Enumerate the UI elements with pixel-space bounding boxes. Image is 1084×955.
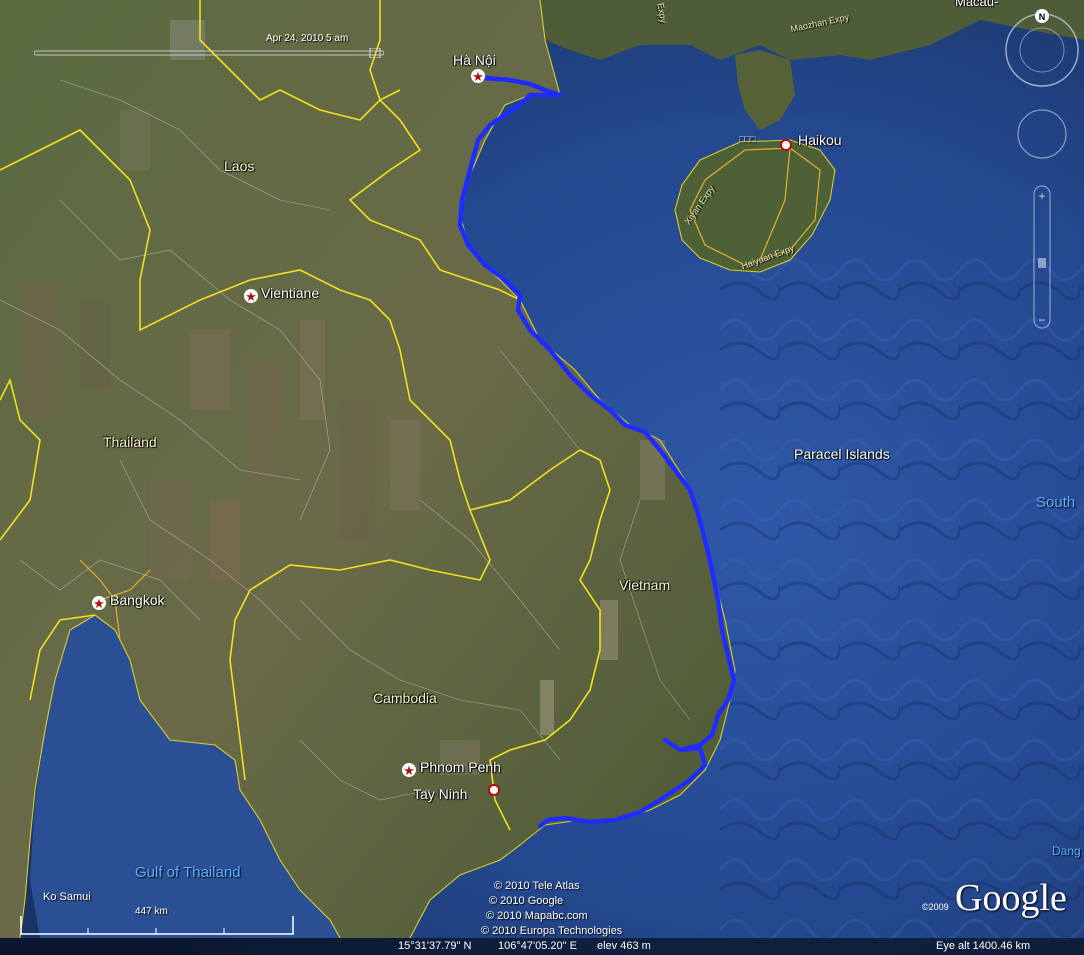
label-haikou: Haikou: [798, 132, 842, 148]
label-boxes: □□□: [739, 134, 756, 144]
zoom-in-icon[interactable]: +: [1038, 189, 1045, 203]
map-view[interactable]: ★ ★ ★ ★ Apr 24, 2010 5 am N + − Laos Tha…: [0, 0, 1084, 955]
status-longitude: 106°47'05.20" E: [498, 940, 577, 952]
zoom-out-icon[interactable]: −: [1038, 313, 1045, 327]
haikou-marker: [780, 139, 792, 151]
status-eye-altitude: Eye alt 1400.46 km: [936, 940, 1031, 952]
label-paracel-islands: Paracel Islands: [794, 446, 890, 462]
compass-north-letter: N: [1039, 12, 1046, 22]
label-cambodia: Cambodia: [373, 690, 437, 706]
label-hanoi: Hà Nội: [453, 52, 496, 68]
label-laos: Laos: [224, 158, 255, 174]
label-ko-samui: Ko Samui: [43, 891, 91, 903]
credit-tele-atlas: © 2010 Tele Atlas: [494, 880, 580, 892]
svg-text:★: ★: [472, 70, 484, 85]
zoom-slider[interactable]: [1033, 185, 1051, 329]
label-dang-partial: Dang: [1052, 844, 1081, 858]
status-elevation: elev 463 m: [597, 940, 651, 952]
label-thailand: Thailand: [103, 434, 157, 450]
status-latitude: 15°31'37.79" N: [398, 940, 472, 952]
svg-text:★: ★: [93, 597, 105, 612]
label-bangkok: Bangkok: [110, 592, 165, 608]
label-vietnam: Vietnam: [619, 577, 671, 593]
credit-mapabc: © 2010 Mapabc.com: [486, 910, 588, 922]
scale-bar: [20, 916, 294, 935]
svg-text:★: ★: [403, 764, 415, 779]
label-south-china-sea-partial: South: [1036, 494, 1076, 511]
label-tay-ninh: Tay Ninh: [413, 786, 468, 802]
move-ring[interactable]: [1017, 109, 1067, 159]
label-phnom-penh: Phnom Penh: [420, 759, 501, 775]
label-vientiane: Vientiane: [261, 285, 320, 301]
compass-ring[interactable]: [1019, 27, 1065, 73]
google-logo: Google: [955, 877, 1067, 919]
time-slider[interactable]: [34, 48, 384, 58]
label-gulf-of-thailand: Gulf of Thailand: [135, 864, 241, 881]
time-slider-handle[interactable]: [369, 48, 381, 58]
time-label: Apr 24, 2010 5 am: [266, 33, 349, 44]
deep-sea-texture: [720, 240, 1084, 940]
navigation-controls[interactable]: N + −: [1004, 8, 1080, 338]
label-macau-partial: Macau-: [955, 0, 999, 9]
tay-ninh-marker: [488, 784, 500, 796]
status-bar: 15°31'37.79" N 106°47'05.20" E elev 463 …: [0, 938, 1084, 955]
logo-year: ©2009: [922, 902, 949, 912]
svg-text:★: ★: [245, 290, 257, 305]
look-ring[interactable]: [1005, 13, 1079, 87]
map-canvas[interactable]: ★ ★ ★ ★: [0, 0, 1084, 955]
credit-google: © 2010 Google: [489, 895, 564, 907]
credit-europa: © 2010 Europa Technologies: [481, 925, 623, 937]
zoom-handle[interactable]: [1038, 258, 1046, 268]
